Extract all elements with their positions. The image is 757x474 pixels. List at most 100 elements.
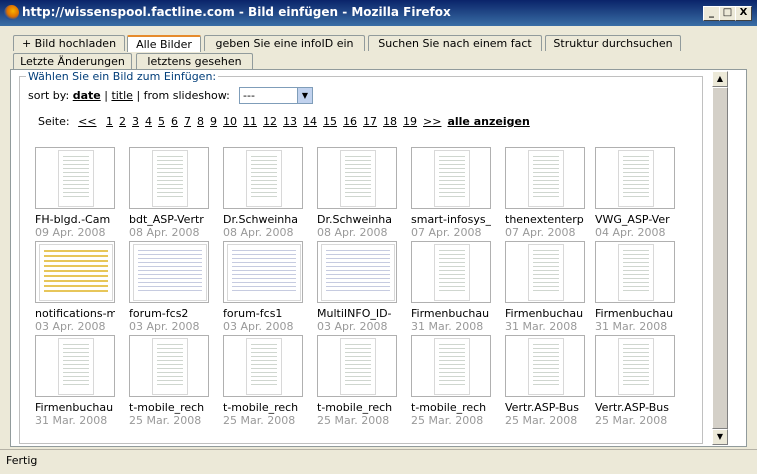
page-link[interactable]: 15 [323,115,337,128]
page-link[interactable]: 3 [132,115,139,128]
image-thumbnail[interactable]: Firmenbuchau 31 Mar. 2008 [35,335,115,427]
thumbnail-name[interactable]: Vertr.ASP-Bus [595,401,675,414]
image-thumbnail[interactable]: forum-fcs1 03 Apr. 2008 [223,241,303,333]
thumbnail-name[interactable]: Firmenbuchau [411,307,491,320]
page-link[interactable]: 17 [363,115,377,128]
sort-by-title-link[interactable]: title [111,89,133,102]
thumbnail-image[interactable] [129,147,209,209]
sort-by-date-link[interactable]: date [73,89,101,102]
thumbnail-image[interactable] [129,335,209,397]
thumbnail-name[interactable]: Vertr.ASP-Bus [505,401,585,414]
thumbnail-image[interactable] [223,241,303,303]
thumbnail-name[interactable]: Firmenbuchau [35,401,115,414]
image-thumbnail[interactable]: thenextenterp 07 Apr. 2008 [505,147,585,239]
image-thumbnail[interactable]: Vertr.ASP-Bus 25 Mar. 2008 [595,335,675,427]
page-link[interactable]: 8 [197,115,204,128]
tab-search-fact[interactable]: Suchen Sie nach einem fact [368,35,542,51]
chevron-down-icon[interactable]: ▼ [297,88,312,103]
thumbnail-image[interactable] [35,241,115,303]
image-thumbnail[interactable]: forum-fcs2 03 Apr. 2008 [129,241,209,333]
scrollbar-thumb[interactable] [712,87,728,429]
image-thumbnail[interactable]: Dr.Schweinha 08 Apr. 2008 [317,147,397,239]
thumbnail-image[interactable] [595,335,675,397]
close-button[interactable]: X [735,6,752,21]
thumbnail-image[interactable] [411,147,491,209]
image-thumbnail[interactable]: VWG_ASP-Ver 04 Apr. 2008 [595,147,675,239]
thumbnail-name[interactable]: Firmenbuchau [595,307,675,320]
image-thumbnail[interactable]: t-mobile_rech 25 Mar. 2008 [411,335,491,427]
thumbnail-image[interactable] [505,335,585,397]
prev-page-link[interactable]: << [78,115,96,128]
thumbnail-name[interactable]: t-mobile_rech [411,401,491,414]
image-thumbnail[interactable]: Dr.Schweinha 08 Apr. 2008 [223,147,303,239]
page-link[interactable]: 10 [223,115,237,128]
scroll-down-icon[interactable]: ▼ [712,429,728,445]
thumbnail-name[interactable]: t-mobile_rech [129,401,209,414]
page-link[interactable]: 2 [119,115,126,128]
thumbnail-image[interactable] [317,335,397,397]
image-thumbnail[interactable]: t-mobile_rech 25 Mar. 2008 [129,335,209,427]
page-link[interactable]: 14 [303,115,317,128]
show-all-link[interactable]: alle anzeigen [447,115,529,128]
thumbnail-image[interactable] [505,147,585,209]
image-thumbnail[interactable]: Firmenbuchau 31 Mar. 2008 [505,241,585,333]
thumbnail-name[interactable]: thenextenterp [505,213,585,226]
thumbnail-name[interactable]: FH-blgd.-Cam [35,213,115,226]
image-thumbnail[interactable]: Vertr.ASP-Bus 25 Mar. 2008 [505,335,585,427]
thumbnail-name[interactable]: notifications-m [35,307,115,320]
image-thumbnail[interactable]: t-mobile_rech 25 Mar. 2008 [317,335,397,427]
page-link[interactable]: 11 [243,115,257,128]
page-link[interactable]: 7 [184,115,191,128]
image-thumbnail[interactable]: MultiINFO_ID- 03 Apr. 2008 [317,241,397,333]
thumbnail-image[interactable] [35,147,115,209]
thumbnail-name[interactable]: forum-fcs1 [223,307,303,320]
page-link[interactable]: 9 [210,115,217,128]
page-link[interactable]: 4 [145,115,152,128]
tab-all-images[interactable]: Alle Bilder [127,35,201,52]
tab-enter-infoid[interactable]: geben Sie eine infoID ein [204,35,365,51]
slideshow-select[interactable]: --- ▼ [239,87,313,104]
image-thumbnail[interactable]: t-mobile_rech 25 Mar. 2008 [223,335,303,427]
image-thumbnail[interactable]: smart-infosys_ 07 Apr. 2008 [411,147,491,239]
thumbnail-image[interactable] [223,147,303,209]
minimize-button[interactable]: _ [703,6,720,21]
thumbnail-image[interactable] [411,241,491,303]
thumbnail-image[interactable] [505,241,585,303]
scroll-up-icon[interactable]: ▲ [712,71,728,87]
page-link[interactable]: 16 [343,115,357,128]
thumbnail-image[interactable] [317,147,397,209]
thumbnail-image[interactable] [317,241,397,303]
image-thumbnail[interactable]: Firmenbuchau 31 Mar. 2008 [595,241,675,333]
thumbnail-name[interactable]: smart-infosys_ [411,213,491,226]
thumbnail-name[interactable]: bdt_ASP-Vertr [129,213,209,226]
tab-upload-image[interactable]: + Bild hochladen [13,35,125,51]
page-link[interactable]: 18 [383,115,397,128]
thumbnail-name[interactable]: Dr.Schweinha [223,213,303,226]
image-thumbnail[interactable]: notifications-m 03 Apr. 2008 [35,241,115,333]
thumbnail-image[interactable] [595,147,675,209]
image-thumbnail[interactable]: Firmenbuchau 31 Mar. 2008 [411,241,491,333]
thumbnail-name[interactable]: Dr.Schweinha [317,213,397,226]
page-link[interactable]: 12 [263,115,277,128]
tab-browse-structure[interactable]: Struktur durchsuchen [545,35,681,51]
page-link[interactable]: 13 [283,115,297,128]
thumbnail-name[interactable]: forum-fcs2 [129,307,209,320]
tab-recently-viewed[interactable]: letztens gesehen [136,53,253,69]
thumbnail-name[interactable]: VWG_ASP-Ver [595,213,675,226]
page-link[interactable]: 1 [106,115,113,128]
page-link[interactable]: 6 [171,115,178,128]
tab-recent-changes[interactable]: Letzte Änderungen [13,53,132,69]
thumbnail-name[interactable]: MultiINFO_ID- [317,307,397,320]
page-link[interactable]: 19 [403,115,417,128]
image-thumbnail[interactable]: FH-blgd.-Cam 09 Apr. 2008 [35,147,115,239]
vertical-scrollbar[interactable]: ▲ ▼ [712,71,728,445]
thumbnail-name[interactable]: t-mobile_rech [317,401,397,414]
thumbnail-image[interactable] [223,335,303,397]
thumbnail-name[interactable]: Firmenbuchau [505,307,585,320]
thumbnail-name[interactable]: t-mobile_rech [223,401,303,414]
thumbnail-image[interactable] [129,241,209,303]
next-page-link[interactable]: >> [423,115,441,128]
thumbnail-image[interactable] [411,335,491,397]
thumbnail-image[interactable] [35,335,115,397]
page-link[interactable]: 5 [158,115,165,128]
